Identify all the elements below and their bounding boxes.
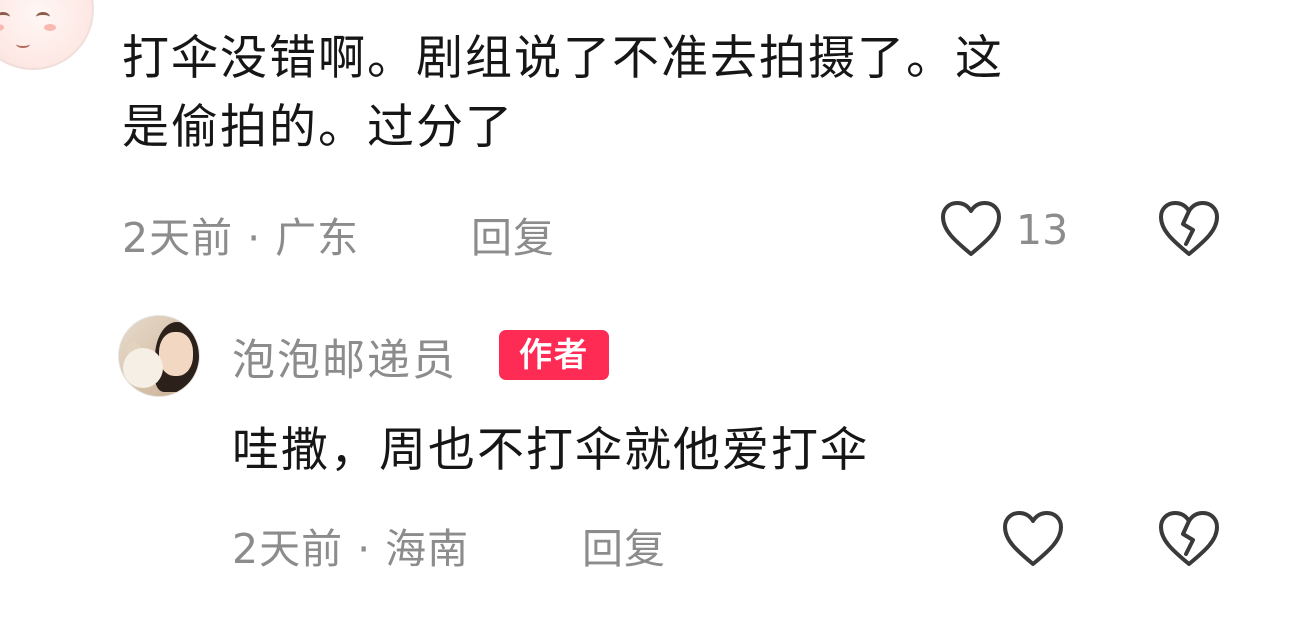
avatar-face xyxy=(159,332,193,376)
avatar-eye xyxy=(36,12,50,22)
heart-outline-icon[interactable] xyxy=(940,200,1002,258)
avatar-mouth xyxy=(16,40,30,48)
heart-outline-icon[interactable] xyxy=(1002,510,1064,568)
meta-separator: · xyxy=(357,525,372,573)
author-username[interactable]: 泡泡邮递员 xyxy=(232,326,457,388)
avatar-blush xyxy=(44,24,56,31)
comment-body: 打伞没错啊。剧组说了不准去拍摄了。这 是偷拍的。过分了 xyxy=(122,24,1202,162)
broken-heart-icon[interactable] xyxy=(1158,510,1220,568)
comment-meta: 2天前 · 广东 xyxy=(122,204,359,264)
reply-time: 2天前 xyxy=(232,525,344,573)
avatar-blush xyxy=(0,24,4,31)
broken-heart-icon[interactable] xyxy=(1158,200,1220,258)
reply-button[interactable]: 回复 xyxy=(471,204,555,264)
comment-section: 打伞没错啊。剧组说了不准去拍摄了。这 是偷拍的。过分了 2天前 · 广东 回复 13… xyxy=(0,0,1308,618)
reply-meta: 2天前 · 海南 xyxy=(232,515,469,575)
comment-time: 2天前 xyxy=(122,214,234,262)
like-count: 13 xyxy=(1016,206,1069,254)
commenter-avatar[interactable] xyxy=(0,0,94,70)
comment-location: 广东 xyxy=(275,214,360,262)
reply-button[interactable]: 回复 xyxy=(582,515,666,575)
reply-body: 哇撒，周也不打伞就他爱打伞 xyxy=(232,423,869,478)
comment-body-line: 是偷拍的。过分了 xyxy=(122,100,514,155)
comment-body-line: 打伞没错啊。剧组说了不准去拍摄了。这 xyxy=(122,31,1004,86)
reply-location: 海南 xyxy=(385,525,470,573)
author-avatar[interactable] xyxy=(118,315,200,397)
avatar-eye xyxy=(0,12,10,22)
meta-separator: · xyxy=(247,214,262,262)
avatar-dog xyxy=(123,348,163,388)
author-badge: 作者 xyxy=(499,330,609,380)
